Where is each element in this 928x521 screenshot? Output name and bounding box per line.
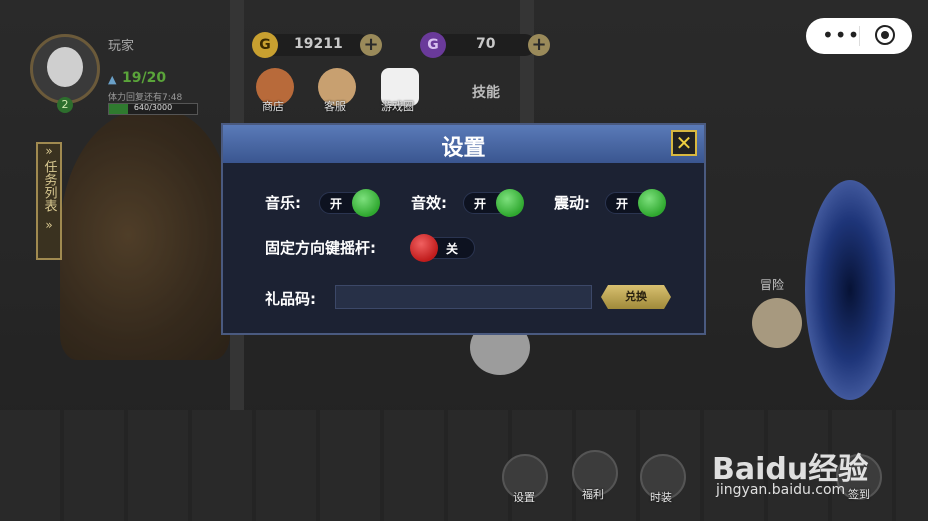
more-options-icon[interactable]: ••• xyxy=(822,23,860,47)
exp-text: 640/3000 xyxy=(133,103,173,112)
settings-label[interactable]: 设置 xyxy=(513,489,535,505)
fixed-joystick-label: 固定方向键摇杆: xyxy=(265,239,376,257)
baidu-watermark-url: jingyan.baidu.com xyxy=(716,482,846,498)
dialog-header: 设置 xyxy=(223,125,704,163)
stamina-recovery-note: 体力回复还有7:48 xyxy=(108,93,183,103)
player-avatar[interactable] xyxy=(30,34,100,104)
stamina-value: 19/20 xyxy=(122,70,167,86)
gift-code-input[interactable] xyxy=(335,285,592,309)
vibrate-toggle[interactable]: 开 xyxy=(605,189,666,217)
gem-icon: G xyxy=(420,32,446,58)
toggle-knob-on xyxy=(638,189,666,217)
exp-bar: 640/3000 xyxy=(108,103,198,115)
avatar-face xyxy=(47,47,83,87)
music-toggle[interactable]: 开 xyxy=(319,189,380,217)
stamina-drop-icon: ▲ xyxy=(108,73,117,86)
toggle-knob-off xyxy=(410,234,438,262)
redeem-button[interactable]: 兑换 xyxy=(601,285,671,309)
gold-value: 19211 xyxy=(294,36,343,52)
gold-coin-icon: G xyxy=(252,32,278,58)
shop-label[interactable]: 商店 xyxy=(262,98,284,114)
add-gold-button[interactable]: + xyxy=(360,34,382,56)
sign-in-label[interactable]: 签到 xyxy=(848,486,870,502)
adventure-label[interactable]: 冒险 xyxy=(760,276,784,293)
player-name: 玩家 xyxy=(108,39,135,54)
fixed-joystick-toggle-state: 关 xyxy=(446,242,459,256)
chevron-right-icon: » xyxy=(45,144,53,158)
customer-service-label[interactable]: 客服 xyxy=(324,98,346,114)
toggle-knob-on xyxy=(352,189,380,217)
gift-code-label: 礼品码: xyxy=(265,290,316,308)
task-list-tab[interactable]: » 任务列表 » xyxy=(36,142,62,260)
fixed-joystick-toggle[interactable]: 关 xyxy=(410,234,475,262)
vibrate-label: 震动: xyxy=(554,194,590,212)
sfx-toggle[interactable]: 开 xyxy=(463,189,524,217)
gem-value: 70 xyxy=(476,36,496,52)
chevron-right-icon: » xyxy=(45,218,53,232)
mini-program-menu: ••• xyxy=(806,18,912,54)
vibrate-toggle-state: 开 xyxy=(616,197,629,211)
game-circle-label[interactable]: 游戏圈 xyxy=(381,98,414,114)
music-toggle-state: 开 xyxy=(330,197,343,211)
music-label: 音乐: xyxy=(265,194,301,212)
welfare-label[interactable]: 福利 xyxy=(582,486,604,502)
settings-dialog: 设置 ✕ 音乐: 开 音效: 开 震动: 开 固定方向键摇杆: 关 礼品码: 兑… xyxy=(221,123,706,335)
sfx-toggle-state: 开 xyxy=(474,197,487,211)
add-gem-button[interactable]: + xyxy=(528,34,550,56)
sfx-label: 音效: xyxy=(411,194,447,212)
close-dialog-button[interactable]: ✕ xyxy=(671,130,697,156)
fashion-label[interactable]: 时装 xyxy=(650,489,672,505)
skills-label[interactable]: 技能 xyxy=(472,82,500,102)
toggle-knob-on xyxy=(496,189,524,217)
dialog-title: 设置 xyxy=(441,136,486,161)
exit-mini-program-icon[interactable] xyxy=(875,25,895,45)
player-level-badge: 2 xyxy=(57,97,73,113)
task-list-label: 任务列表 xyxy=(41,160,57,212)
menu-divider xyxy=(859,26,860,46)
